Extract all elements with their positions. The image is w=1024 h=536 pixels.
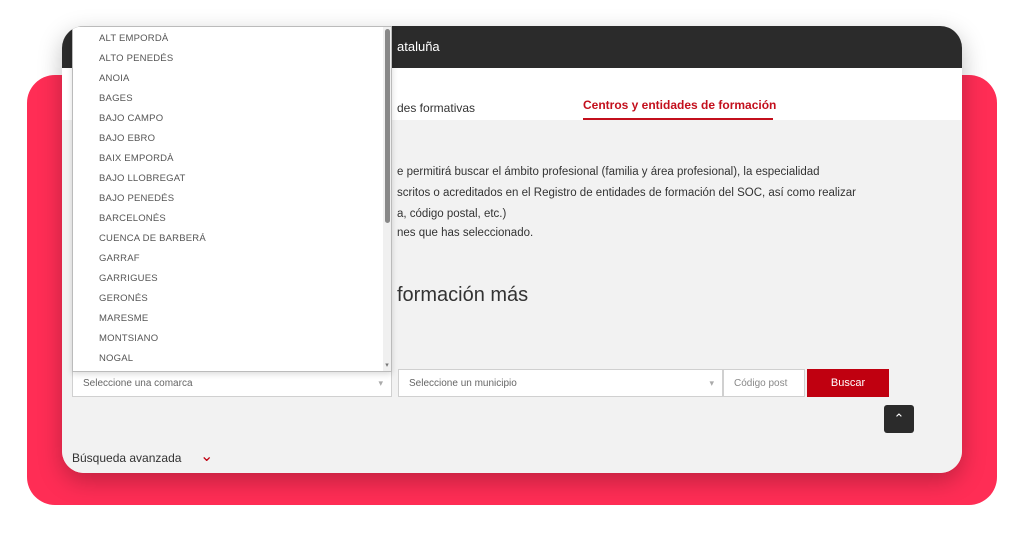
municipio-select[interactable]: Seleccione un municipio ▾ [398,369,723,397]
tab-centros[interactable]: Centros y entidades de formación [583,98,776,112]
postal-code-input[interactable]: Código post [723,369,805,397]
option-montsiano[interactable]: MONTSIANO [99,333,158,344]
intro-line-3: a, código postal, etc.) [397,208,507,220]
option-garraf[interactable]: GARRAF [99,253,140,264]
option-nogal[interactable]: NOGAL [99,353,133,364]
chevron-down-icon[interactable]: ⌄ [200,446,213,466]
option-bajo-ebro[interactable]: BAJO EBRO [99,133,155,144]
option-bajo-llobregat[interactable]: BAJO LLOBREGAT [99,173,186,184]
option-cuenca-barbera[interactable]: CUENCA DE BARBERÁ [99,233,206,244]
scrollbar-thumb[interactable] [385,29,390,223]
comarca-select[interactable]: Seleccione una comarca ▾ [72,369,392,397]
intro-text: e permitirá buscar el ámbito profesional… [397,162,917,225]
option-barcelones[interactable]: BARCELONÉS [99,213,166,224]
option-bajo-campo[interactable]: BAJO CAMPO [99,113,163,124]
option-baix-emporda[interactable]: BAIX EMPORDÀ [99,153,174,164]
comarca-placeholder: Seleccione una comarca [83,378,193,389]
option-anoia[interactable]: ANOIA [99,73,130,84]
comarca-dropdown-list[interactable]: ALT EMPORDÀ ALTO PENEDÉS ANOIA BAGES BAJ… [72,26,392,372]
chevron-up-icon: ⌃ [893,411,905,426]
option-bages[interactable]: BAGES [99,93,133,104]
municipio-placeholder: Seleccione un municipio [409,378,517,389]
option-alt-emporda[interactable]: ALT EMPORDÀ [99,33,168,44]
postal-code-placeholder: Código post [734,378,788,389]
option-bajo-penedes[interactable]: BAJO PENEDÉS [99,193,174,204]
option-garrigues[interactable]: GARRIGUES [99,273,158,284]
option-alto-penedes[interactable]: ALTO PENEDÉS [99,53,173,64]
intro-line-4: nes que has seleccionado. [397,227,534,239]
chevron-down-icon: ▾ [709,378,714,388]
section-heading: formación más [397,284,529,306]
dropdown-scrollbar[interactable]: ▾ [383,27,391,371]
scroll-down-arrow-icon[interactable]: ▾ [383,361,391,369]
intro-line-1: e permitirá buscar el ámbito profesional… [397,166,820,178]
chevron-down-icon: ▾ [378,378,383,388]
advanced-search-toggle[interactable]: Búsqueda avanzada [72,451,181,465]
scroll-top-button[interactable]: ⌃ [884,405,914,433]
intro-line-2: scritos o acreditados en el Registro de … [397,187,856,199]
option-gerones[interactable]: GERONÉS [99,293,148,304]
option-maresme[interactable]: MARESME [99,313,148,324]
search-button[interactable]: Buscar [807,369,889,397]
tab-actividades[interactable]: des formativas [397,101,475,115]
site-title: ataluña [397,39,440,54]
browser-window: ataluña des formativas Centros y entidad… [62,26,962,473]
